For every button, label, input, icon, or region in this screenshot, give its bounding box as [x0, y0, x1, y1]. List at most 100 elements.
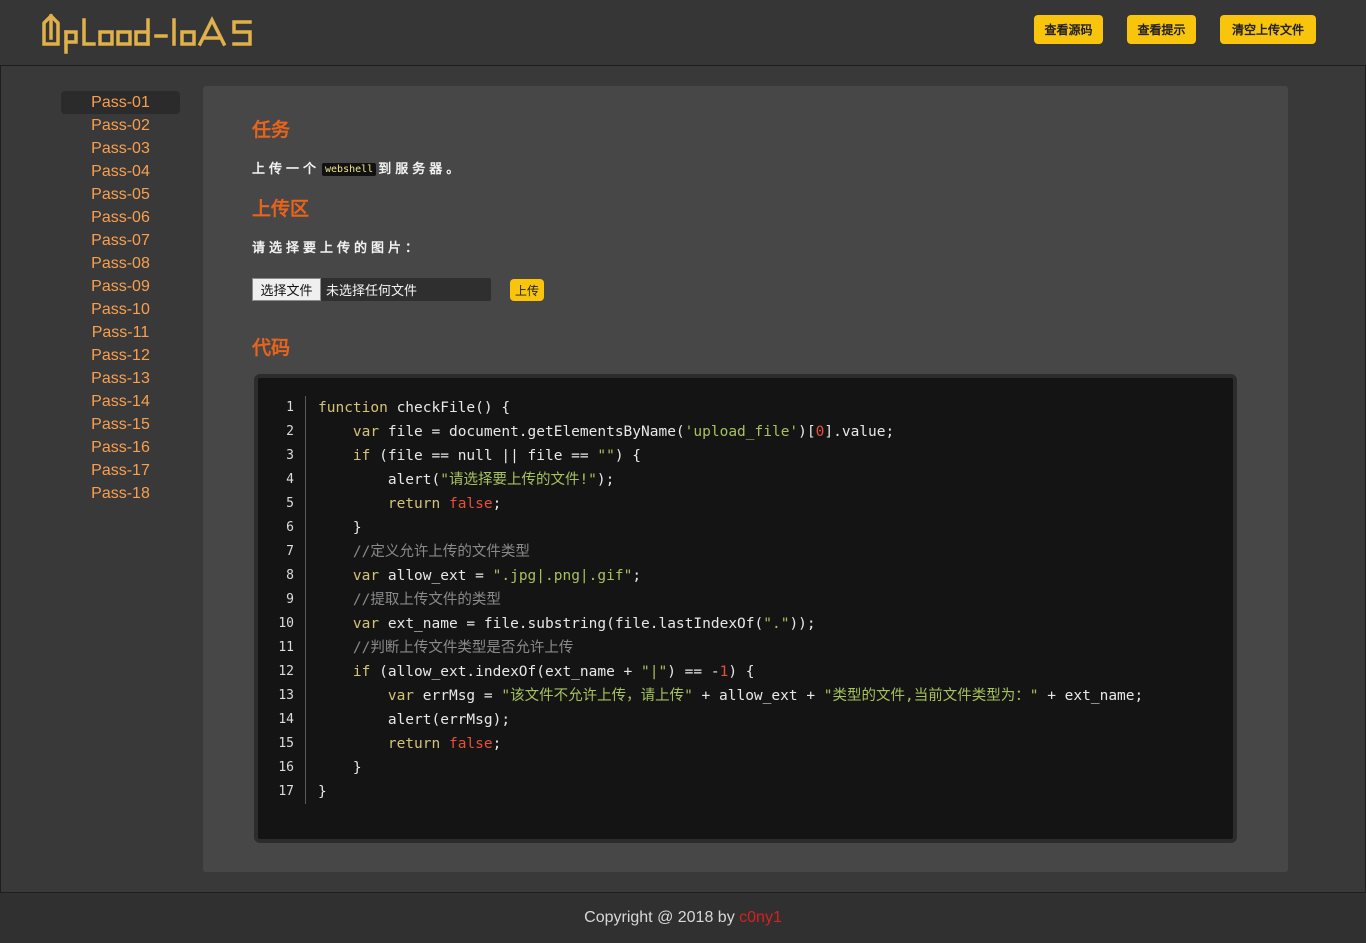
main-area: Pass-01 Pass-02 Pass-03 Pass-04 Pass-05 Pass-… — [0, 66, 1366, 892]
code-text: if (file == null || file == "") { — [352, 448, 642, 464]
task-text-after: 到服务器。 — [378, 162, 464, 177]
gutter-divider — [305, 516, 306, 540]
choose-file-button[interactable]: 选择文件 — [252, 278, 321, 301]
code-text: //提取上传文件的类型 — [352, 592, 501, 608]
code-line: 8 var allow_ext = ".jpg|.png|.gif"; — [258, 564, 1233, 588]
sidebar-item-pass-01[interactable]: Pass-01 — [61, 91, 180, 114]
sidebar-item-pass-03[interactable]: Pass-03 — [61, 137, 180, 160]
code-line: 11 //判断上传文件类型是否允许上传 — [258, 636, 1233, 660]
code-line: 3 if (file == null || file == "") { — [258, 444, 1233, 468]
gutter-divider — [305, 684, 306, 708]
line-number: 6 — [286, 520, 294, 535]
code-line: 2 var file = document.getElementsByName(… — [258, 420, 1233, 444]
gutter-divider — [305, 708, 306, 732]
code-text: } — [318, 784, 327, 800]
task-description: 上传一个 webshell 到服务器。 — [252, 158, 463, 177]
line-number: 2 — [286, 424, 294, 439]
upload-title: 上传区 — [252, 198, 310, 220]
code-text: var allow_ext = ".jpg|.png|.gif"; — [352, 568, 642, 584]
gutter-divider — [305, 540, 306, 564]
copyright-text: Copyright @ 2018 by — [584, 909, 740, 926]
line-number: 11 — [278, 640, 294, 655]
upload-button[interactable]: 上传 — [510, 279, 544, 301]
line-number: 15 — [278, 736, 294, 751]
line-number: 10 — [278, 616, 294, 631]
sidebar-nav: Pass-01 Pass-02 Pass-03 Pass-04 Pass-05 Pass-… — [61, 91, 181, 505]
line-number: 4 — [286, 472, 294, 487]
view-source-button[interactable]: 查看源码 — [1034, 15, 1103, 44]
gutter-divider — [305, 396, 306, 420]
sidebar-item-pass-10[interactable]: Pass-10 — [61, 298, 180, 321]
code-text: alert("请选择要上传的文件!"); — [318, 472, 615, 488]
code-line: 6 } — [258, 516, 1233, 540]
author-link[interactable]: c0ny1 — [739, 909, 782, 926]
line-number: 7 — [286, 544, 294, 559]
code-line: 4 alert("请选择要上传的文件!"); — [258, 468, 1233, 492]
code-line: 13 var errMsg = "该文件不允许上传，请上传" + allow_e… — [258, 684, 1233, 708]
code-line: 1 function checkFile() { — [258, 396, 1233, 420]
line-number: 5 — [286, 496, 294, 511]
code-text: return false; — [387, 736, 502, 752]
code-text: //定义允许上传的文件类型 — [352, 544, 530, 560]
code-text: return false; — [387, 496, 502, 512]
code-line: 16 } — [258, 756, 1233, 780]
gutter-divider — [305, 780, 306, 804]
line-number: 12 — [278, 664, 294, 679]
gutter-divider — [305, 612, 306, 636]
sidebar-item-pass-18[interactable]: Pass-18 — [61, 482, 180, 505]
code-text: } — [318, 520, 362, 536]
line-number: 3 — [286, 448, 294, 463]
webshell-code: webshell — [322, 163, 377, 176]
gutter-divider — [305, 564, 306, 588]
code-text: alert(errMsg); — [318, 712, 511, 728]
gutter-divider — [305, 636, 306, 660]
line-number: 1 — [286, 400, 294, 415]
upload-labs-logo[interactable] — [36, 12, 266, 54]
gutter-divider — [305, 444, 306, 468]
code-line: 17} — [258, 780, 1233, 804]
code-line: 12 if (allow_ext.indexOf(ext_name + "|")… — [258, 660, 1233, 684]
sidebar-item-pass-04[interactable]: Pass-04 — [61, 160, 180, 183]
line-number: 16 — [278, 760, 294, 775]
sidebar-item-pass-06[interactable]: Pass-06 — [61, 206, 180, 229]
sidebar-item-pass-11[interactable]: Pass-11 — [61, 321, 180, 344]
sidebar-item-pass-12[interactable]: Pass-12 — [61, 344, 180, 367]
code-text: if (allow_ext.indexOf(ext_name + "|") ==… — [352, 664, 755, 680]
sidebar-item-pass-07[interactable]: Pass-07 — [61, 229, 180, 252]
sidebar-item-pass-13[interactable]: Pass-13 — [61, 367, 180, 390]
gutter-divider — [305, 732, 306, 756]
content-panel: 任务 上传一个 webshell 到服务器。 上传区 请选择要上传的图片： 选择文件… — [203, 86, 1288, 872]
gutter-divider — [305, 420, 306, 444]
view-hint-button[interactable]: 查看提示 — [1127, 15, 1196, 44]
clear-uploads-button[interactable]: 清空上传文件 — [1220, 15, 1316, 44]
code-line: 15 return false; — [258, 732, 1233, 756]
sidebar-item-pass-05[interactable]: Pass-05 — [61, 183, 180, 206]
code-text: var ext_name = file.substring(file.lastI… — [352, 616, 816, 632]
code-lines: 1 function checkFile() { 2 var file = docu… — [258, 396, 1233, 804]
sidebar-item-pass-17[interactable]: Pass-17 — [61, 459, 180, 482]
sidebar-item-pass-14[interactable]: Pass-14 — [61, 390, 180, 413]
code-line: 7 //定义允许上传的文件类型 — [258, 540, 1233, 564]
sidebar-item-pass-08[interactable]: Pass-08 — [61, 252, 180, 275]
gutter-divider — [305, 660, 306, 684]
line-number: 13 — [278, 688, 294, 703]
sidebar-item-pass-09[interactable]: Pass-09 — [61, 275, 180, 298]
code-block: 1 function checkFile() { 2 var file = docu… — [254, 374, 1237, 843]
code-text: function checkFile() { — [318, 400, 511, 416]
code-text: var errMsg = "该文件不允许上传，请上传" + allow_ext … — [387, 688, 1144, 704]
gutter-divider — [305, 492, 306, 516]
sidebar-item-pass-16[interactable]: Pass-16 — [61, 436, 180, 459]
code-line: 14 alert(errMsg); — [258, 708, 1233, 732]
code-title: 代码 — [252, 337, 291, 359]
gutter-divider — [305, 468, 306, 492]
code-text: //判断上传文件类型是否允许上传 — [352, 640, 574, 656]
task-title: 任务 — [252, 119, 291, 141]
line-number: 17 — [278, 784, 294, 799]
code-line: 5 return false; — [258, 492, 1233, 516]
line-number: 9 — [286, 592, 294, 607]
gutter-divider — [305, 756, 306, 780]
header: 查看源码 查看提示 清空上传文件 — [0, 0, 1366, 66]
sidebar-item-pass-02[interactable]: Pass-02 — [61, 114, 180, 137]
sidebar-item-pass-15[interactable]: Pass-15 — [61, 413, 180, 436]
file-input[interactable]: 选择文件 未选择任何文件 — [252, 278, 491, 301]
